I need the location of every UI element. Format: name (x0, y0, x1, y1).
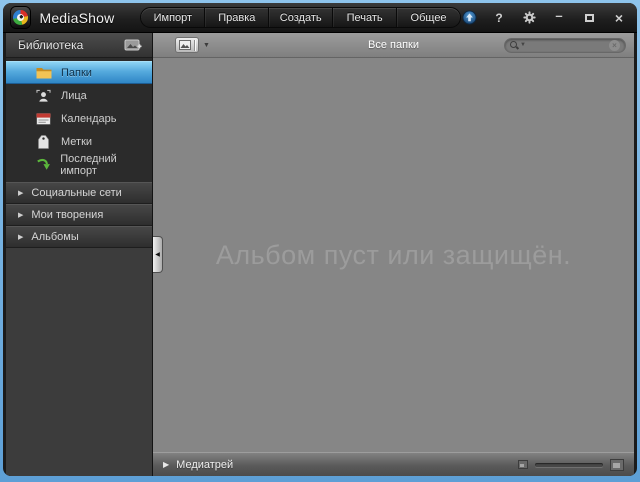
settings-gear-icon[interactable] (521, 10, 537, 26)
sidebar-item-folders[interactable]: Папки (6, 61, 152, 84)
main-menu: Импорт Правка Создать Печать Общее (140, 7, 461, 28)
sidebar-item-label: Лица (61, 89, 87, 102)
mediashow-swirl-icon (13, 10, 29, 25)
main-panel: Все папки ▼ ▼ × ◀ Альбом пуст или защищё… (153, 33, 634, 476)
media-tray-label[interactable]: Медиатрей (176, 459, 233, 471)
folder-icon (35, 65, 52, 80)
menu-create[interactable]: Создать (269, 8, 334, 27)
section-social-networks[interactable]: ▶ Социальные сети (6, 182, 152, 204)
upgrade-icon[interactable] (461, 10, 477, 26)
faces-icon (35, 88, 52, 103)
zoom-in-thumbnail-icon[interactable] (610, 458, 624, 471)
search-options-caret-icon[interactable]: ▼ (520, 42, 526, 48)
sidebar-item-tags[interactable]: Метки (6, 130, 152, 153)
menu-print[interactable]: Печать (333, 8, 398, 27)
app-logo-icon (11, 7, 31, 28)
sidebar-item-label: Календарь (61, 112, 117, 125)
clear-search-icon[interactable]: × (609, 39, 620, 51)
section-albums[interactable]: ▶ Альбомы (6, 226, 152, 248)
sidebar-item-label: Папки (61, 66, 92, 79)
sidebar-collapse-handle[interactable]: ◀ (153, 236, 163, 273)
photo-thumbnail-icon (179, 40, 191, 50)
recent-import-icon (35, 157, 51, 172)
chevron-right-icon: ▶ (18, 234, 24, 241)
menu-edit[interactable]: Правка (205, 8, 270, 27)
thumbnail-zoom-control (518, 458, 624, 471)
library-sections: ▶ Социальные сети ▶ Мои творения ▶ Альбо… (6, 182, 152, 248)
minimize-button[interactable]: – (551, 8, 567, 24)
sidebar-item-calendar[interactable]: Календарь (6, 107, 152, 130)
library-items: Папки Лица Календарь Метки Последний имп… (6, 58, 152, 177)
titlebar-controls: ? – × (461, 8, 627, 26)
search-box: ▼ × (504, 37, 626, 53)
sidebar-item-label: Последний импорт (60, 152, 117, 177)
calendar-icon (35, 111, 52, 126)
menu-share[interactable]: Общее (397, 8, 460, 27)
section-label: Мои творения (31, 209, 104, 221)
chevron-right-icon: ▶ (18, 190, 24, 197)
section-label: Социальные сети (31, 187, 122, 199)
sidebar-header: Библиотека (6, 33, 152, 58)
media-tray-bar: ▶ Медиатрей (153, 452, 634, 476)
sidebar-filler (6, 248, 152, 476)
zoom-slider[interactable] (535, 462, 603, 467)
zoom-out-thumbnail-icon[interactable] (518, 460, 528, 469)
album-content-area: ◀ Альбом пуст или защищён. (153, 58, 634, 452)
section-my-creations[interactable]: ▶ Мои творения (6, 204, 152, 226)
chevron-left-icon: ◀ (155, 252, 160, 258)
add-media-icon[interactable] (124, 38, 142, 52)
mediashow-window: MediaShow Импорт Правка Создать Печать О… (3, 3, 637, 476)
app-title: MediaShow (39, 9, 115, 26)
library-title: Библиотека (18, 38, 84, 52)
window-body: Библиотека Папки Лица Календарь Метки По… (3, 33, 637, 476)
menu-import[interactable]: Импорт (141, 8, 206, 27)
help-button[interactable]: ? (491, 10, 507, 26)
window-frame: MediaShow Импорт Правка Создать Печать О… (0, 0, 640, 482)
tray-expand-icon[interactable]: ▶ (163, 460, 169, 469)
view-mode-button[interactable] (175, 37, 199, 53)
search-input[interactable] (528, 39, 609, 51)
search-icon[interactable] (510, 41, 518, 49)
close-button[interactable]: × (611, 10, 627, 26)
sidebar-item-recent-import[interactable]: Последний импорт (6, 152, 152, 177)
tags-icon (35, 134, 52, 149)
browser-toolbar: Все папки ▼ ▼ × (153, 33, 634, 58)
empty-album-message: Альбом пуст или защищён. (215, 239, 572, 270)
library-sidebar: Библиотека Папки Лица Календарь Метки По… (6, 33, 153, 476)
sidebar-item-faces[interactable]: Лица (6, 84, 152, 107)
chevron-right-icon: ▶ (18, 212, 24, 219)
maximize-button[interactable] (581, 10, 597, 26)
sidebar-item-label: Метки (61, 135, 93, 148)
section-label: Альбомы (31, 231, 79, 243)
titlebar: MediaShow Импорт Правка Создать Печать О… (3, 3, 637, 33)
view-dropdown-caret-icon[interactable]: ▼ (203, 42, 210, 49)
